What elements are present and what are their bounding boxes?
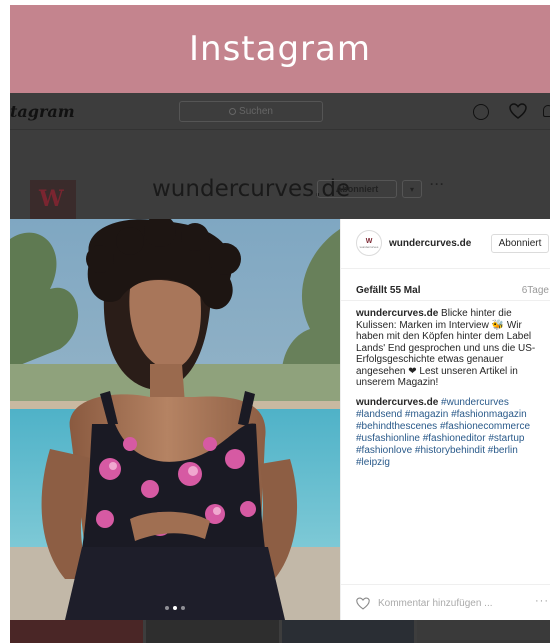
- instagram-banner: Instagram: [10, 5, 550, 93]
- caption-username[interactable]: wundercurves.de: [356, 308, 438, 319]
- carousel-dot[interactable]: [181, 606, 185, 610]
- banner-title: Instagram: [189, 29, 371, 69]
- search-input[interactable]: Suchen: [179, 101, 323, 122]
- likes-count[interactable]: Gefällt 55 Mal: [356, 285, 420, 296]
- post-timestamp[interactable]: 6Tage: [522, 285, 549, 296]
- explore-icon[interactable]: [473, 104, 489, 120]
- user-icon[interactable]: [543, 105, 550, 117]
- heart-icon[interactable]: [509, 103, 527, 119]
- carousel-dot[interactable]: [165, 606, 169, 610]
- carousel-dot-active[interactable]: [173, 606, 177, 610]
- post-header: W wundercurves wundercurves.de Abonniert: [341, 219, 550, 269]
- caption-text: Blicke hinter die Kulissen: Marken im In…: [356, 308, 536, 388]
- following-button[interactable]: Abonniert: [491, 234, 549, 253]
- post-author-username[interactable]: wundercurves.de: [389, 238, 471, 249]
- search-icon: [229, 108, 237, 115]
- carousel-dots[interactable]: [10, 606, 340, 610]
- post-author-avatar[interactable]: W wundercurves: [356, 230, 382, 256]
- comment-username[interactable]: wundercurves.de: [356, 397, 438, 408]
- more-options-button[interactable]: ···: [535, 595, 549, 607]
- comment-bar: Kommentar hinzufügen ... ···: [341, 584, 550, 620]
- comment-input[interactable]: Kommentar hinzufügen ...: [378, 598, 493, 609]
- profile-thumbnail-row: [10, 620, 550, 643]
- hashtag-comment: wundercurves.de #wundercurves #landsend …: [356, 397, 549, 469]
- post-thumbnail[interactable]: [145, 620, 279, 643]
- woman-in-floral-swim-top-photo: [10, 219, 340, 620]
- post-thumbnail[interactable]: [417, 620, 550, 643]
- profile-avatar-mark: W: [39, 186, 64, 212]
- profile-following-button[interactable]: Abonniert: [317, 180, 397, 198]
- likes-row: Gefällt 55 Mal 6Tage: [341, 281, 550, 301]
- avatar-brand-subtext: wundercurves: [359, 244, 379, 249]
- post-thumbnail[interactable]: [10, 620, 143, 643]
- search-placeholder: Suchen: [239, 106, 273, 117]
- instagram-nav-bar: tagram Suchen: [10, 93, 550, 130]
- profile-avatar[interactable]: W: [30, 180, 76, 220]
- post-caption: wundercurves.de Blicke hinter die Kuliss…: [356, 308, 549, 389]
- instagram-logo[interactable]: tagram: [10, 102, 75, 121]
- profile-dropdown-button[interactable]: ▾: [402, 180, 422, 198]
- post-modal: W wundercurves wundercurves.de Abonniert…: [10, 219, 550, 620]
- profile-more-button[interactable]: ···: [430, 177, 445, 191]
- post-photo[interactable]: [10, 219, 340, 620]
- avatar-brand-mark: W: [365, 237, 373, 245]
- post-thumbnail[interactable]: [281, 620, 415, 643]
- like-heart-icon[interactable]: [356, 597, 370, 610]
- post-sidebar: W wundercurves wundercurves.de Abonniert…: [340, 219, 550, 620]
